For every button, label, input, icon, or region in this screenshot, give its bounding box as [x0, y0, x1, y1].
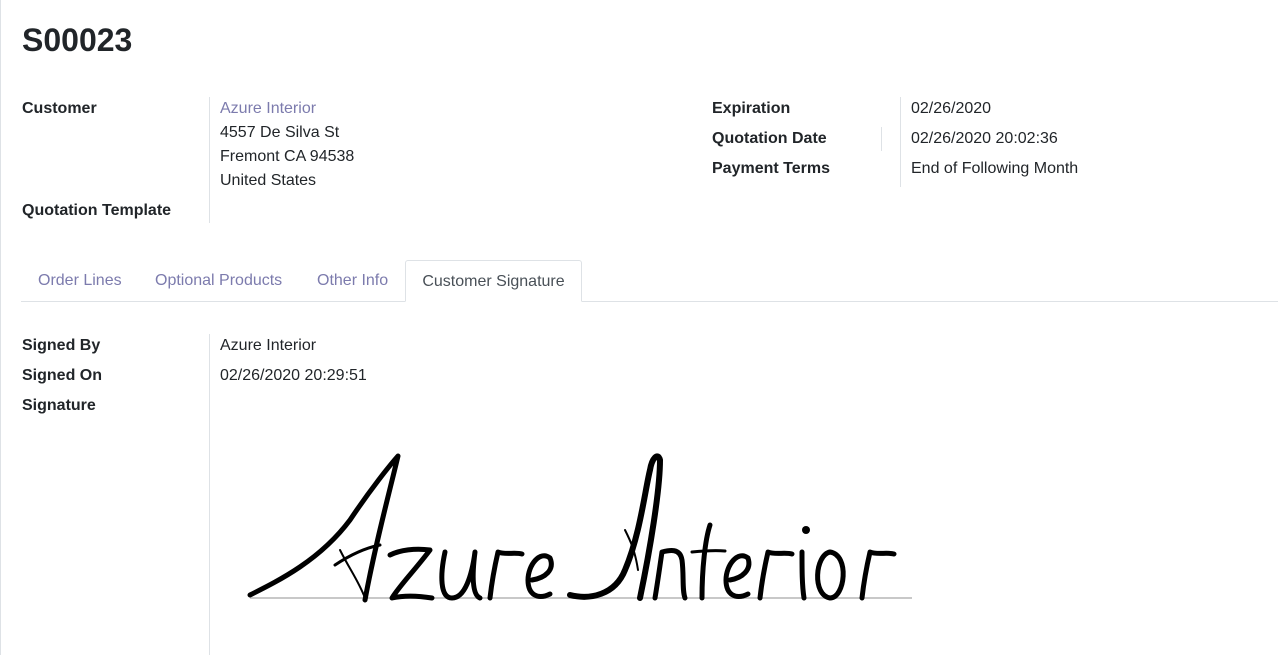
- customer-group-divider: [209, 97, 210, 223]
- signed-on-label: Signed On: [22, 367, 102, 384]
- signature-image[interactable]: [240, 430, 920, 610]
- signature-group-divider: [209, 334, 210, 655]
- customer-country: United States: [220, 172, 317, 189]
- signature-strokes: [247, 453, 897, 603]
- customer-label: Customer: [22, 100, 97, 117]
- right-group-divider: [900, 97, 901, 187]
- signature-drawing: [247, 453, 912, 603]
- signed-by-label: Signed By: [22, 337, 101, 354]
- quotation-date-divider: [881, 127, 882, 151]
- signature-label: Signature: [22, 397, 96, 414]
- signed-by-value[interactable]: Azure Interior: [220, 334, 316, 358]
- left-border: [0, 0, 1, 655]
- customer-name-link[interactable]: Azure Interior: [220, 97, 316, 121]
- customer-street: 4557 De Silva St: [220, 124, 340, 141]
- quotation-template-label: Quotation Template: [22, 202, 172, 219]
- customer-city: Fremont CA 94538: [220, 148, 355, 165]
- tab-order-lines[interactable]: Order Lines: [38, 260, 122, 301]
- quotation-date-label: Quotation Date: [712, 130, 827, 147]
- tab-customer-signature[interactable]: Customer Signature: [405, 260, 582, 302]
- customer-name[interactable]: Azure Interior: [220, 100, 316, 117]
- notebook-tabs: Order Lines Optional Products Other Info…: [21, 260, 1278, 302]
- payment-terms-label: Payment Terms: [712, 160, 830, 177]
- expiration-value[interactable]: 02/26/2020: [911, 97, 991, 121]
- tab-optional-products[interactable]: Optional Products: [155, 260, 282, 301]
- record-title: S00023: [22, 22, 133, 58]
- quotation-date-value[interactable]: 02/26/2020 20:02:36: [911, 127, 1058, 151]
- payment-terms-value[interactable]: End of Following Month: [911, 157, 1078, 181]
- signed-on-value[interactable]: 02/26/2020 20:29:51: [220, 364, 367, 388]
- expiration-label: Expiration: [712, 100, 791, 117]
- tab-other-info[interactable]: Other Info: [317, 260, 388, 301]
